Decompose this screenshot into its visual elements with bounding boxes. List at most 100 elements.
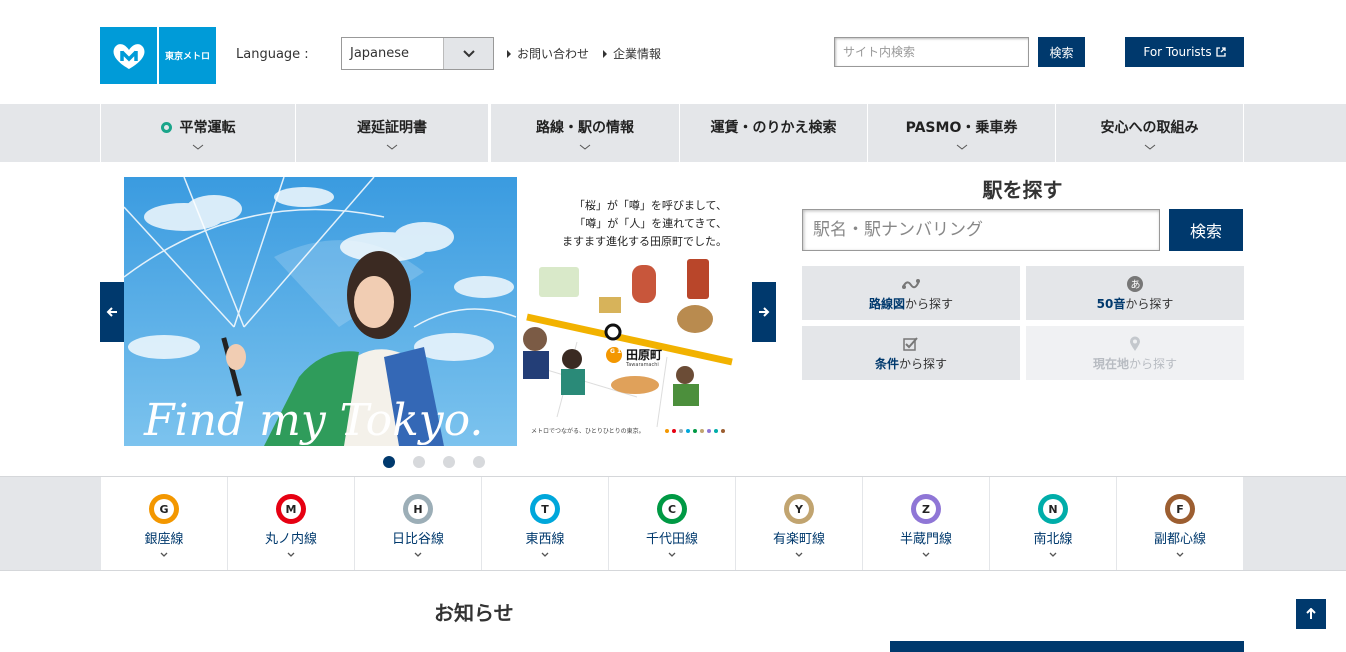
location-pin-icon	[1129, 335, 1141, 353]
hero-footer-text: メトロでつながる、ひとりひとりの東京。	[531, 427, 645, 435]
line-badge-icon: T	[530, 494, 560, 524]
button-bold-label: 条件	[874, 356, 899, 371]
company-info-link[interactable]: 企業情報	[603, 45, 661, 62]
svg-text:あ: あ	[1131, 279, 1141, 291]
triangle-right-icon	[603, 49, 607, 58]
nav-label: PASMO・乗車券	[905, 120, 1018, 136]
carousel-next-button[interactable]	[752, 282, 776, 342]
chevron-down-icon	[414, 552, 422, 557]
hero-illustration-panel: 「桜」が「噂」を呼びまして、 「噂」が「人」を連れてきて、 ますます進化する田原…	[517, 177, 740, 446]
news-title: お知らせ	[434, 601, 514, 625]
line-item-marunouchi[interactable]: M 丸ノ内線	[228, 477, 354, 570]
carousel-dot-3[interactable]	[443, 456, 455, 468]
carousel-prev-button[interactable]	[100, 282, 124, 342]
nav-label: 路線・駅の情報	[536, 120, 634, 136]
button-label: から探す	[1125, 296, 1174, 311]
nav-item-safety[interactable]: 安心への取組み	[1055, 104, 1244, 162]
language-value: Japanese	[350, 46, 410, 61]
chevron-down-icon	[956, 144, 967, 150]
line-letter: Z	[916, 499, 936, 519]
normal-status-icon	[160, 121, 172, 133]
chevron-down-icon	[1049, 552, 1057, 557]
chevron-down-icon	[160, 552, 168, 557]
nav-label: 安心への取組み	[1100, 120, 1199, 136]
news-tab-bar	[890, 641, 1244, 652]
line-item-hanzomon[interactable]: Z 半蔵門線	[863, 477, 989, 570]
line-badge-icon: F	[1165, 494, 1195, 524]
button-bold-label: 現在地	[1092, 356, 1129, 371]
line-letter: M	[281, 499, 301, 519]
hero-station-code: G 18	[610, 348, 625, 355]
line-item-yurakucho[interactable]: Y 有楽町線	[736, 477, 862, 570]
site-search-button[interactable]: 検索	[1038, 37, 1085, 67]
line-badge-icon: M	[276, 494, 306, 524]
chevron-down-icon	[386, 144, 398, 150]
button-label: から探す	[899, 356, 948, 371]
chevron-down-icon	[668, 552, 676, 557]
nav-label: 運賃・のりかえ検索	[710, 120, 837, 136]
page-top-button[interactable]	[1296, 599, 1326, 629]
line-name: 有楽町線	[772, 532, 825, 547]
hero-station-roman: Tawaramachi	[625, 362, 659, 368]
line-letter: F	[1170, 499, 1190, 519]
route-map-icon	[901, 275, 921, 293]
arrow-left-icon	[106, 307, 117, 317]
carousel-dot-2[interactable]	[413, 456, 425, 468]
line-item-chiyoda[interactable]: C 千代田線	[609, 477, 735, 570]
line-item-hibiya[interactable]: H 日比谷線	[355, 477, 481, 570]
company-info-link-label: 企業情報	[613, 47, 662, 61]
line-name: 副都心線	[1153, 532, 1206, 547]
line-name: 東西線	[525, 532, 565, 547]
site-search-input[interactable]: サイト内検索	[834, 37, 1029, 67]
nav-item-operation-status[interactable]: 平常運転	[100, 104, 295, 162]
find-by-location-button: 現在地から探す	[1026, 326, 1244, 380]
find-by-route-map-button[interactable]: 路線図から探す	[802, 266, 1020, 320]
hero-station-name: 田原町	[626, 348, 662, 362]
chevron-down-icon	[192, 144, 204, 150]
carousel-dot-1[interactable]	[383, 456, 395, 468]
find-by-kana-button[interactable]: あ 50音から探す	[1026, 266, 1244, 320]
line-item-namboku[interactable]: N 南北線	[990, 477, 1116, 570]
line-name: 丸ノ内線	[264, 532, 317, 547]
tokyo-metro-logo[interactable]: 東京メトロ	[100, 27, 216, 84]
button-label: から探す	[905, 296, 954, 311]
station-search-button[interactable]: 検索	[1169, 209, 1243, 251]
line-name: 南北線	[1033, 532, 1073, 547]
line-letter: C	[662, 499, 682, 519]
contact-link-label: お問い合わせ	[517, 47, 590, 61]
nav-item-delay-certificate[interactable]: 遅延証明書	[295, 104, 488, 162]
button-bold-label: 50音	[1096, 296, 1126, 311]
line-item-fukutoshin[interactable]: F 副都心線	[1117, 477, 1243, 570]
nav-item-lines-stations[interactable]: 路線・駅の情報	[488, 104, 679, 162]
chevron-down-icon	[541, 552, 549, 557]
find-by-conditions-button[interactable]: 条件から探す	[802, 326, 1020, 380]
for-tourists-label: For Tourists	[1143, 45, 1212, 59]
chevron-down-icon	[579, 144, 591, 150]
line-name: 銀座線	[144, 532, 184, 547]
line-badge-icon: H	[403, 494, 433, 524]
button-label: から探す	[1129, 356, 1178, 371]
line-badge-icon: N	[1038, 494, 1068, 524]
for-tourists-button[interactable]: For Tourists	[1125, 37, 1244, 67]
line-letter: G	[154, 499, 174, 519]
line-badge-icon: C	[657, 494, 687, 524]
hero-copy-line-2: 「噂」が「人」を連れてきて、	[574, 217, 727, 230]
line-badge-icon: G	[149, 494, 179, 524]
nav-label: 遅延証明書	[357, 120, 427, 136]
button-bold-label: 路線図	[868, 296, 905, 311]
nav-item-pasmo-tickets[interactable]: PASMO・乗車券	[867, 104, 1055, 162]
chevron-down-icon	[287, 552, 295, 557]
nav-item-fare-search[interactable]: 運賃・のりかえ検索	[679, 104, 867, 162]
language-select[interactable]: Japanese	[341, 37, 494, 70]
line-item-tozai[interactable]: T 東西線	[482, 477, 608, 570]
arrow-right-icon	[759, 307, 770, 317]
line-name: 半蔵門線	[899, 532, 952, 547]
carousel-dots	[383, 456, 503, 468]
arrow-up-icon	[1306, 608, 1316, 619]
carousel-dot-4[interactable]	[473, 456, 485, 468]
chevron-down-icon	[1144, 144, 1155, 150]
station-search-input[interactable]: 駅名・駅ナンバリング	[802, 209, 1160, 251]
contact-link[interactable]: お問い合わせ	[507, 45, 589, 62]
line-item-ginza[interactable]: G 銀座線	[101, 477, 227, 570]
line-letter: T	[535, 499, 555, 519]
